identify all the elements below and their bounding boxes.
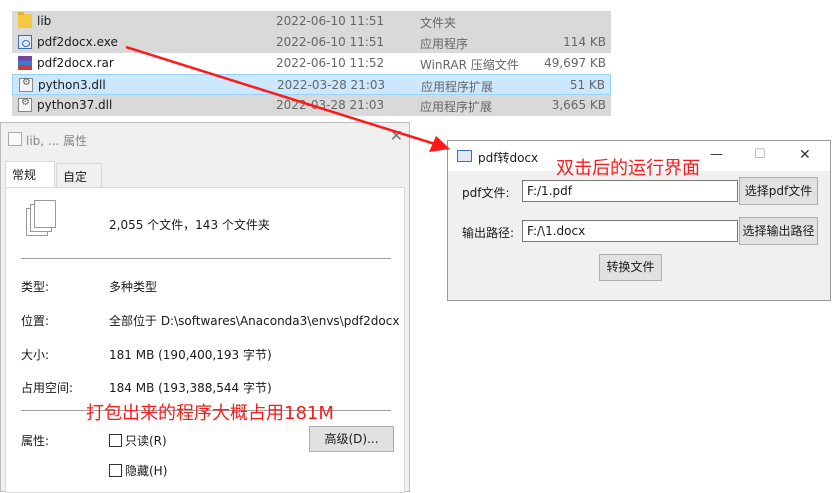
annotation-size-note: 打包出来的程序大概占用181M <box>86 403 334 424</box>
annotation-run-ui: 双击后的运行界面 <box>556 158 700 179</box>
